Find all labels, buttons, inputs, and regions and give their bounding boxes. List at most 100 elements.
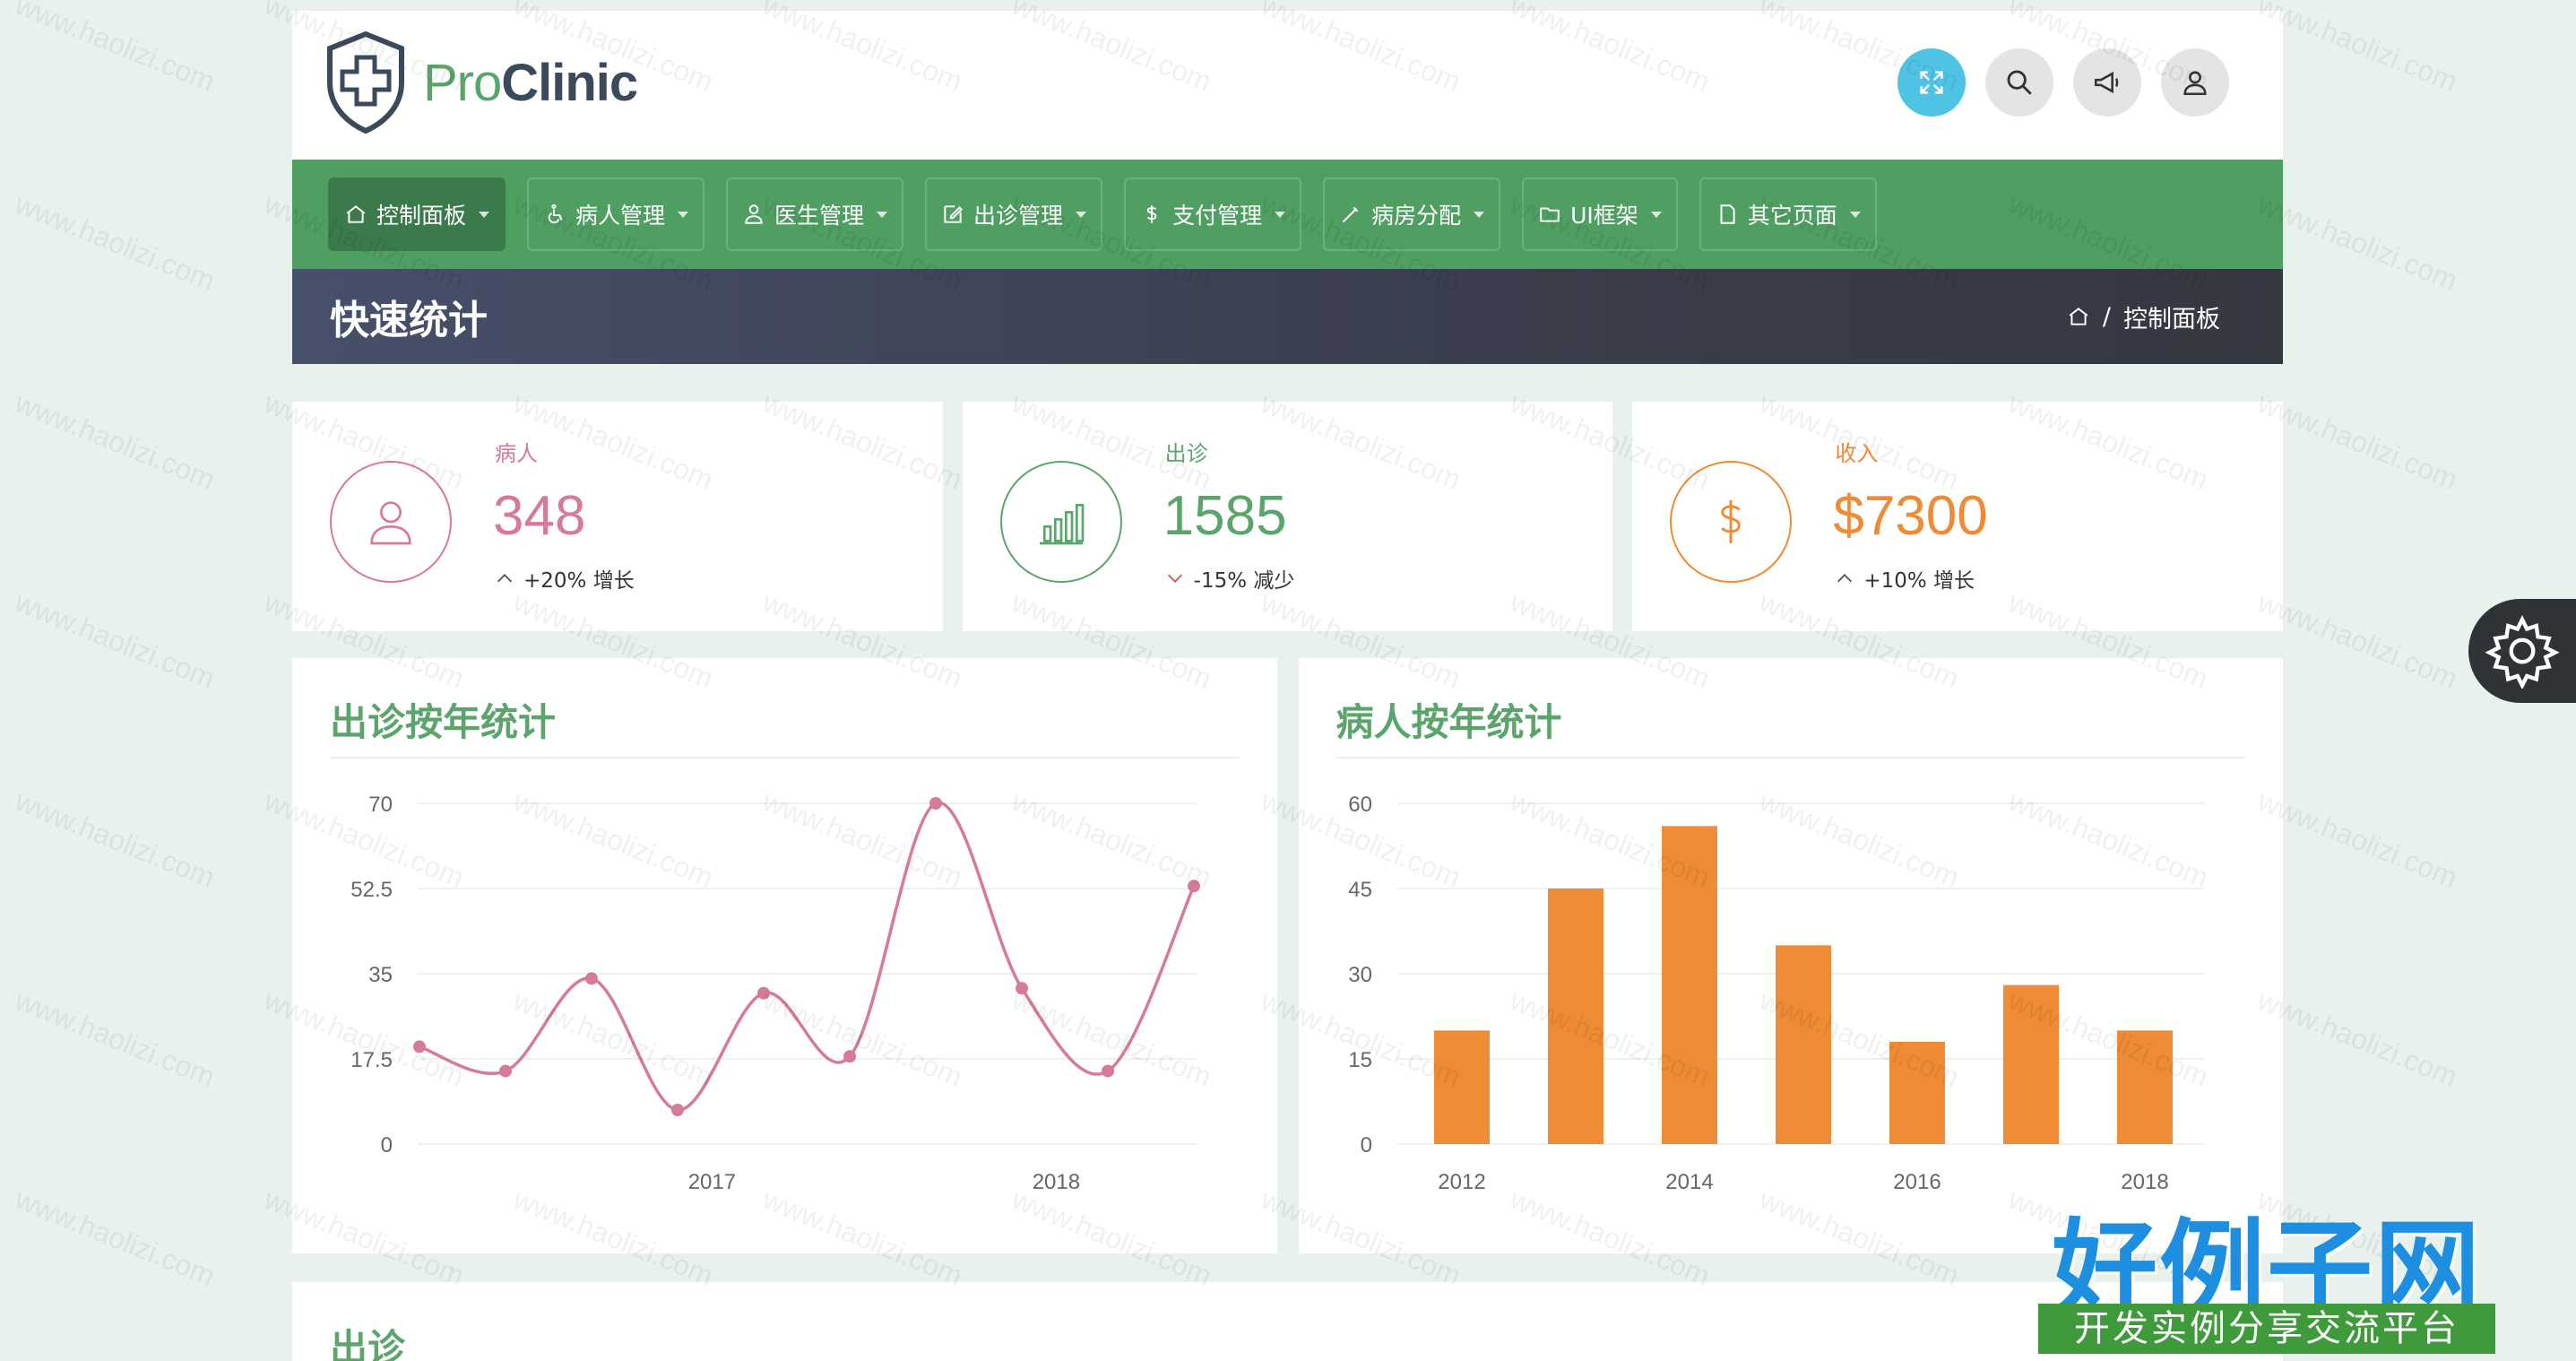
charts-row: 出诊按年统计 0 17.5 35 52.5 70 2017 2018 病人按年统计 0 15 3… xyxy=(292,658,2283,1253)
brand-name: ProClinic xyxy=(423,53,638,113)
chevron-up-icon xyxy=(1837,574,1853,583)
top-actions xyxy=(1897,48,2229,117)
nav-item-doctors[interactable]: 医生管理 xyxy=(726,178,904,251)
stat-change: +20% 增长 xyxy=(495,563,635,594)
data-point xyxy=(929,797,942,810)
watermark-text: www.haolizi.com xyxy=(2253,785,2462,895)
nav-label: 病人管理 xyxy=(575,203,666,229)
brand-pro: Pro xyxy=(423,53,502,112)
y-tick-label: 52.5 xyxy=(350,878,393,902)
topbar: ProClinic xyxy=(292,11,2283,160)
stat-change: +10% 增长 xyxy=(1835,563,1975,594)
x-tick-label: 2016 xyxy=(1893,1170,1941,1194)
y-tick-label: 0 xyxy=(1360,1133,1371,1157)
logo[interactable]: ProClinic xyxy=(323,30,638,134)
edit-icon xyxy=(944,205,964,223)
search-icon xyxy=(2007,70,2032,95)
x-tick-label: 2017 xyxy=(688,1170,736,1194)
nav-label: 其它页面 xyxy=(1747,203,1837,229)
nav-item-patients[interactable]: 病人管理 xyxy=(527,178,705,251)
visits-line-chart: 0 17.5 35 52.5 70 2017 2018 xyxy=(350,793,1200,1194)
y-tick-label: 60 xyxy=(1348,793,1372,817)
nav-label: 病房分配 xyxy=(1371,203,1462,229)
shield-cross-icon xyxy=(327,30,404,134)
doctor-icon xyxy=(745,204,763,224)
watermark-text: www.haolizi.com xyxy=(2253,984,2462,1094)
stat-card-patients: 病人 348 +20% 增长 xyxy=(292,402,943,631)
bar xyxy=(1547,889,1604,1144)
wheelchair-icon xyxy=(548,204,563,224)
watermark-text: www.haolizi.com xyxy=(2253,187,2462,298)
home-icon xyxy=(346,205,366,223)
notifications-button[interactable] xyxy=(2073,48,2141,117)
data-point xyxy=(1188,880,1200,893)
caret-down-icon xyxy=(1474,211,1485,218)
user-icon xyxy=(2183,71,2207,96)
caret-down-icon xyxy=(1076,211,1087,218)
settings-button[interactable] xyxy=(2468,599,2576,703)
nav-label: 支付管理 xyxy=(1172,203,1263,229)
caret-down-icon xyxy=(1275,211,1286,218)
x-tick-label: 2018 xyxy=(1033,1170,1080,1194)
stat-change-text: +20% 增长 xyxy=(523,569,635,593)
data-point xyxy=(413,1040,426,1053)
megaphone-icon xyxy=(2094,71,2119,94)
nav-item-visits[interactable]: 出诊管理 xyxy=(925,178,1103,251)
stat-label: 出诊 xyxy=(1164,441,1208,466)
home-icon[interactable] xyxy=(2067,305,2090,328)
user-profile-button[interactable] xyxy=(2161,48,2229,117)
brand-badge-subtitle: 开发实例分享交流平台 xyxy=(2038,1304,2495,1354)
search-button[interactable] xyxy=(1985,48,2053,117)
file-icon xyxy=(1720,204,1735,224)
caret-down-icon xyxy=(678,211,689,218)
bar xyxy=(2116,1030,2173,1144)
bed-icon xyxy=(1342,206,1359,223)
stat-change-text: +10% 增长 xyxy=(1863,569,1975,593)
watermark-text: www.haolizi.com xyxy=(2253,585,2462,696)
visits-chart-card: 出诊按年统计 0 17.5 35 52.5 70 2017 2018 xyxy=(292,658,1277,1253)
page-title: 快速统计 xyxy=(330,298,488,343)
bar xyxy=(1433,1030,1490,1144)
watermark-text: www.haolizi.com xyxy=(11,386,220,497)
y-tick-label: 45 xyxy=(1348,878,1372,902)
nav-label: 控制面板 xyxy=(376,203,467,229)
stat-icon-circle xyxy=(330,461,452,583)
nav-item-wards[interactable]: 病房分配 xyxy=(1323,178,1501,251)
y-tick-label: 30 xyxy=(1348,963,1372,987)
stat-label: 收入 xyxy=(1835,441,1879,466)
data-point xyxy=(757,986,770,1000)
chevron-down-icon xyxy=(1167,574,1182,583)
caret-down-icon xyxy=(1849,211,1861,218)
bar xyxy=(2002,984,2059,1144)
brand-clinic: Clinic xyxy=(501,53,638,112)
expand-icon xyxy=(1920,71,1943,94)
nav-item-ui[interactable]: UI框架 xyxy=(1522,178,1678,251)
stat-icon-circle xyxy=(1670,461,1793,583)
visits-table-card: 出诊 xyxy=(292,1282,2283,1361)
stat-card-income: 收入 $7300 +10% 增长 xyxy=(1632,402,2284,631)
watermark-text: www.haolizi.com xyxy=(11,1183,220,1293)
watermark-text: www.haolizi.com xyxy=(11,187,220,298)
card-title: 出诊 xyxy=(330,1326,406,1361)
bar xyxy=(1775,945,1831,1144)
nav-item-dashboard[interactable]: 控制面板 xyxy=(328,178,506,251)
stats-row: 病人 348 +20% 增长 出诊 1585 -15% 减少 收入 $7300 xyxy=(292,402,2284,631)
folder-icon xyxy=(1540,207,1560,222)
series-line xyxy=(419,801,1196,1112)
breadcrumb-separator: / xyxy=(2102,302,2111,331)
data-point xyxy=(499,1064,512,1078)
caret-down-icon xyxy=(877,211,888,218)
patients-bar-chart: 0153045602012 2014 2016 2018 xyxy=(1348,793,2204,1194)
data-point xyxy=(1102,1064,1114,1078)
data-point xyxy=(585,972,598,985)
dollar-icon xyxy=(1721,500,1742,543)
nav-item-payments[interactable]: 支付管理 xyxy=(1124,178,1302,251)
stat-change-text: -15% 减少 xyxy=(1193,569,1295,593)
caret-down-icon xyxy=(1650,211,1662,218)
nav-label: 医生管理 xyxy=(774,203,865,229)
data-point xyxy=(1016,982,1028,995)
fullscreen-button[interactable] xyxy=(1897,48,1966,117)
nav-item-pages[interactable]: 其它页面 xyxy=(1699,178,1877,251)
y-tick-label: 35 xyxy=(368,963,393,987)
breadcrumb: / 控制面板 xyxy=(2067,299,2220,334)
